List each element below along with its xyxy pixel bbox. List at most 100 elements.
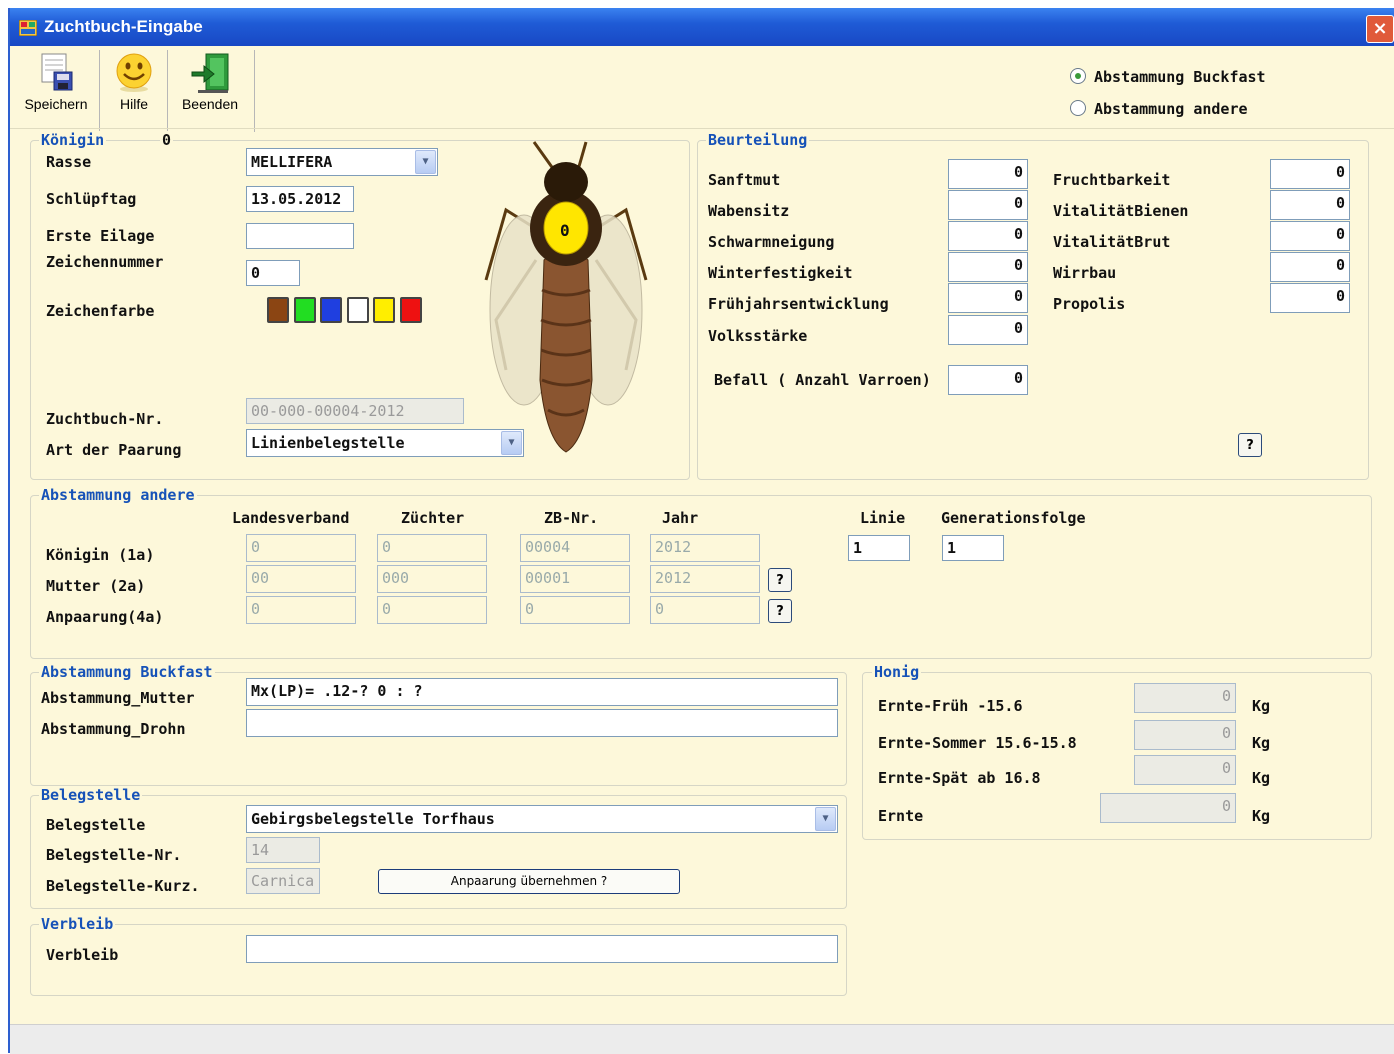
beurteilung-label: Sanftmut bbox=[708, 171, 781, 189]
belegstelle-kurz-label: Belegstelle-Kurz. bbox=[46, 877, 200, 895]
linie-input[interactable]: 1 bbox=[848, 535, 910, 561]
beurteilung-label: Frühjahrsentwicklung bbox=[708, 295, 889, 313]
befall-label: Befall ( Anzahl Varroen) bbox=[714, 371, 931, 389]
honig-label: Ernte-Früh -15.6 bbox=[878, 697, 1023, 715]
honig-input: 0 bbox=[1100, 793, 1236, 823]
andere-row-label: Anpaarung(4a) bbox=[46, 608, 164, 626]
belegstelle-title: Belegstelle bbox=[39, 786, 143, 804]
chevron-down-icon[interactable]: ▼ bbox=[415, 150, 436, 174]
beurteilung-help-button[interactable]: ? bbox=[1238, 433, 1262, 457]
beurteilung-label: VitalitätBrut bbox=[1053, 233, 1171, 251]
exit-button[interactable]: Beenden bbox=[172, 50, 248, 128]
header-jahr: Jahr bbox=[662, 509, 699, 527]
queen-bee-image: 0 bbox=[484, 141, 648, 453]
belegstelle-label: Belegstelle bbox=[46, 816, 146, 834]
toolbar-divider bbox=[10, 128, 1394, 129]
zeichennummer-label: Zeichennummer bbox=[46, 253, 164, 271]
schluepftag-input[interactable]: 13.05.2012 bbox=[246, 186, 354, 212]
zeichennummer-input[interactable]: 0 bbox=[246, 260, 300, 286]
beurteilung-input[interactable]: 0 bbox=[948, 252, 1028, 282]
andere-cell-input: 2012 bbox=[650, 565, 760, 593]
erste-eilage-input[interactable] bbox=[246, 223, 354, 249]
koenigin-count: 0 bbox=[160, 131, 174, 149]
beurteilung-input[interactable]: 0 bbox=[1270, 252, 1350, 282]
header-linie: Linie bbox=[860, 509, 906, 527]
beurteilung-input[interactable]: 0 bbox=[948, 159, 1028, 189]
color-swatch[interactable] bbox=[293, 297, 316, 323]
andere-cell-input: 0 bbox=[377, 534, 487, 562]
help-label: Hilfe bbox=[119, 96, 148, 112]
toolbar-separator bbox=[254, 50, 255, 132]
honig-unit: Kg bbox=[1252, 769, 1271, 787]
beurteilung-input[interactable]: 0 bbox=[948, 221, 1028, 251]
andere-cell-input: 0 bbox=[520, 596, 630, 624]
radio-selected-icon bbox=[1070, 68, 1086, 84]
andere-row-label: Mutter (2a) bbox=[46, 577, 146, 595]
window-title: Zuchtbuch-Eingabe bbox=[44, 17, 203, 36]
befall-input[interactable]: 0 bbox=[948, 365, 1028, 395]
abstammung-drohn-input[interactable] bbox=[246, 709, 838, 737]
beurteilung-label: Fruchtbarkeit bbox=[1053, 171, 1171, 189]
beurteilung-input[interactable]: 0 bbox=[1270, 221, 1350, 251]
title-bar: Zuchtbuch-Eingabe × bbox=[10, 8, 1394, 46]
smiley-icon bbox=[116, 53, 152, 92]
main-window: Zuchtbuch-Eingabe × Speichern Hilfe Been… bbox=[8, 8, 1394, 1054]
rasse-label: Rasse bbox=[46, 153, 92, 171]
honig-unit: Kg bbox=[1252, 807, 1271, 825]
radio-abstammung-andere[interactable]: Abstammung andere bbox=[1070, 100, 1248, 118]
beurteilung-label: Winterfestigkeit bbox=[708, 264, 853, 282]
color-swatch[interactable] bbox=[346, 297, 369, 323]
chevron-down-icon[interactable]: ▼ bbox=[815, 807, 836, 831]
color-swatch[interactable] bbox=[373, 297, 395, 323]
abstammung-drohn-label: Abstammung_Drohn bbox=[41, 720, 186, 738]
app-icon bbox=[19, 20, 37, 36]
generationsfolge-input[interactable]: 1 bbox=[942, 535, 1004, 561]
belegstelle-dropdown[interactable]: Gebirgsbelegstelle Torfhaus ▼ bbox=[246, 805, 838, 833]
beurteilung-input[interactable]: 0 bbox=[948, 190, 1028, 220]
erste-eilage-label: Erste Eilage bbox=[46, 227, 155, 245]
header-zb-nr: ZB-Nr. bbox=[544, 509, 599, 527]
beurteilung-input[interactable]: 0 bbox=[948, 283, 1028, 313]
radio-abstammung-buckfast[interactable]: Abstammung Buckfast bbox=[1070, 68, 1266, 86]
radio-label: Abstammung Buckfast bbox=[1094, 68, 1266, 86]
rasse-dropdown[interactable]: MELLIFERA ▼ bbox=[246, 148, 438, 176]
zeichenfarbe-label: Zeichenfarbe bbox=[46, 302, 155, 320]
color-swatch[interactable] bbox=[399, 297, 422, 323]
andere-cell-input: 00001 bbox=[520, 565, 630, 593]
koenigin-title: Königin bbox=[39, 131, 107, 149]
abstammung-mutter-input[interactable]: Mx(LP)= .12-? 0 : ? bbox=[246, 678, 838, 706]
beurteilung-input[interactable]: 0 bbox=[1270, 190, 1350, 220]
abstammung-buckfast-title: Abstammung Buckfast bbox=[39, 663, 215, 681]
exit-label: Beenden bbox=[181, 96, 239, 112]
verbleib-title: Verbleib bbox=[39, 915, 116, 933]
status-bar bbox=[10, 1024, 1394, 1054]
beurteilung-input[interactable]: 0 bbox=[948, 315, 1028, 345]
andere-cell-input: 2012 bbox=[650, 534, 760, 562]
mutter-help-button[interactable]: ? bbox=[768, 568, 792, 592]
verbleib-label: Verbleib bbox=[46, 946, 119, 964]
color-swatch[interactable] bbox=[320, 297, 342, 323]
beurteilung-label: Volksstärke bbox=[708, 327, 808, 345]
belegstelle-value: Gebirgsbelegstelle Torfhaus bbox=[251, 810, 495, 828]
anpaarung-uebernehmen-button[interactable]: Anpaarung übernehmen ? bbox=[378, 869, 680, 894]
help-button[interactable]: Hilfe bbox=[102, 50, 166, 128]
exit-door-icon bbox=[191, 53, 229, 93]
verbleib-input[interactable] bbox=[246, 935, 838, 963]
andere-cell-input: 000 bbox=[377, 565, 487, 593]
belegstelle-kurz-input: Carnica bbox=[246, 868, 320, 894]
anpaarung-help-button[interactable]: ? bbox=[768, 599, 792, 623]
header-zuechter: Züchter bbox=[401, 509, 465, 527]
beurteilung-label: Wabensitz bbox=[708, 202, 790, 220]
paarung-label: Art der Paarung bbox=[46, 441, 182, 459]
save-button[interactable]: Speichern bbox=[14, 50, 98, 128]
toolbar-separator bbox=[99, 50, 100, 132]
andere-cell-input: 0 bbox=[246, 596, 356, 624]
honig-input: 0 bbox=[1134, 720, 1236, 750]
andere-cell-input: 0 bbox=[650, 596, 760, 624]
beurteilung-input[interactable]: 0 bbox=[1270, 283, 1350, 313]
close-button[interactable]: × bbox=[1366, 15, 1394, 43]
radio-label: Abstammung andere bbox=[1094, 100, 1248, 118]
color-swatch[interactable] bbox=[267, 297, 289, 323]
andere-row-label: Königin (1a) bbox=[46, 546, 155, 564]
beurteilung-input[interactable]: 0 bbox=[1270, 159, 1350, 189]
